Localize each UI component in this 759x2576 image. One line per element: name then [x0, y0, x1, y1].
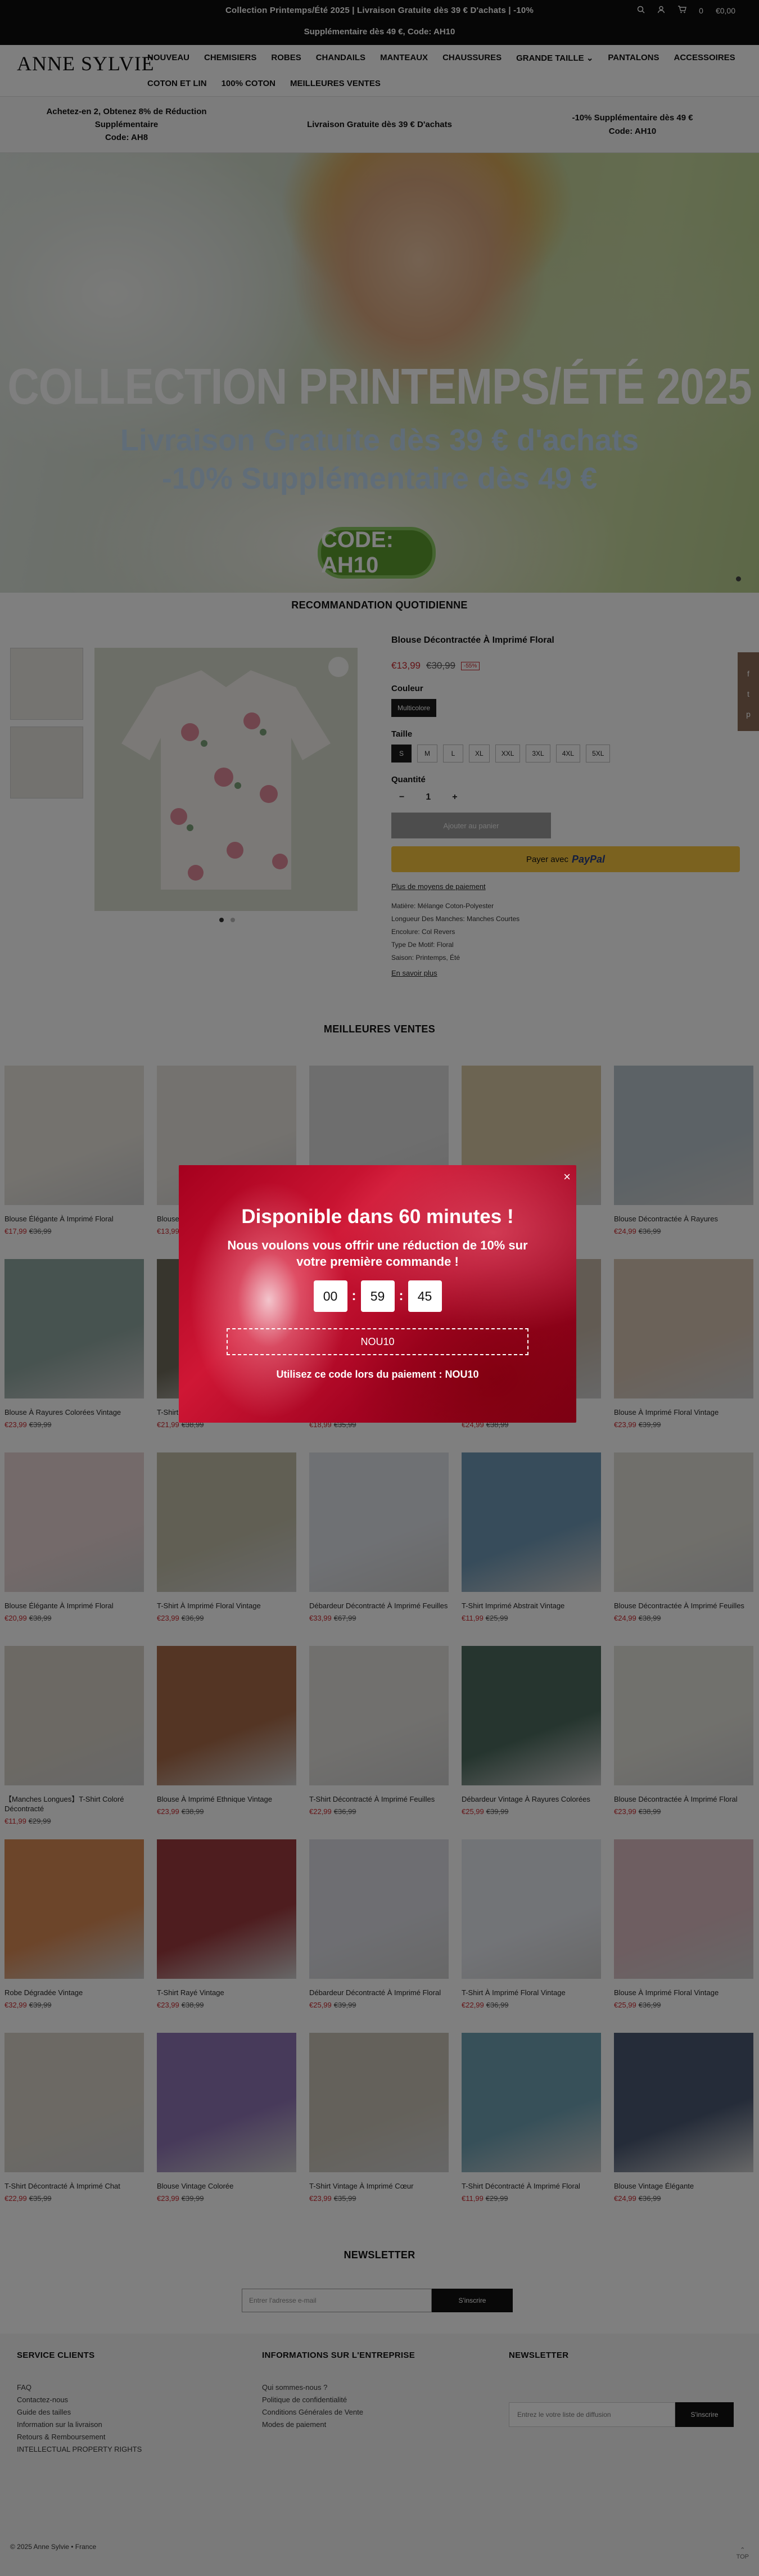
- timer-hours: 00: [313, 1280, 347, 1312]
- timer-separator: :: [399, 1288, 404, 1303]
- discount-code-box[interactable]: NOU10: [227, 1328, 528, 1355]
- countdown-timer: 00 : 59 : 45: [179, 1280, 576, 1312]
- discount-popup: × Disponible dans 60 minutes ! Nous voul…: [179, 1165, 576, 1423]
- popup-instructions: Utilisez ce code lors du paiement : NOU1…: [276, 1369, 479, 1380]
- timer-separator: :: [351, 1288, 356, 1303]
- timer-minutes: 59: [360, 1280, 395, 1312]
- popup-subtitle-line-2: votre première commande !: [296, 1255, 459, 1269]
- popup-subtitle-line-1: Nous voulons vous offrir une réduction d…: [227, 1238, 528, 1252]
- close-icon[interactable]: ×: [563, 1170, 571, 1184]
- popup-title: Disponible dans 60 minutes !: [241, 1206, 514, 1228]
- timer-seconds: 45: [408, 1280, 442, 1312]
- popup-subtitle: Nous voulons vous offrir une réduction d…: [179, 1237, 576, 1270]
